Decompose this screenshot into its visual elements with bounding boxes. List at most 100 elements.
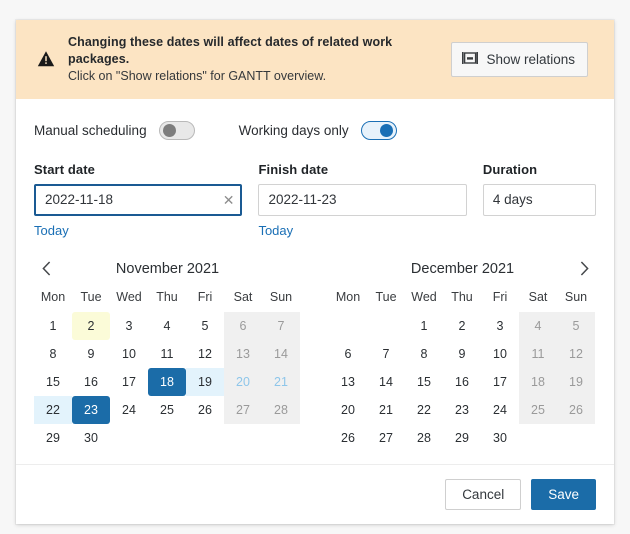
panel-body: Manual scheduling Working days only Star… [16,99,614,464]
calendar-day[interactable]: 17 [110,368,148,396]
calendar-day[interactable]: 16 [72,368,110,396]
calendar-day[interactable]: 13 [329,368,367,396]
calendar-day[interactable]: 7 [367,340,405,368]
calendar-day[interactable]: 4 [148,312,186,340]
calendar-day[interactable]: 3 [110,312,148,340]
cancel-button[interactable]: Cancel [445,478,522,511]
calendar-day[interactable]: 22 [405,396,443,424]
start-date-input[interactable] [34,183,243,216]
calendar-day[interactable]: 16 [443,368,481,396]
calendar-day[interactable]: 28 [405,424,443,452]
calendar-week-row: 22 23 24 25 26 27 28 [34,395,301,424]
calendar-day[interactable]: 24 [110,396,148,424]
calendar-header: December 2021 [329,254,596,284]
calendar-day[interactable]: 30 [481,424,519,452]
calendar-day[interactable]: 5 [186,312,224,340]
duration-input-wrap [482,183,596,216]
working-days-only-switch[interactable] [360,120,397,140]
calendar-month-1: November 2021 Mon Tue Wed Thu Fri Sat Sun 1 2 3 4 5 6… [34,254,301,452]
calendar-day[interactable]: 27 [367,424,405,452]
calendar-day[interactable]: 18 [148,367,186,396]
calendar-day-empty [367,312,405,340]
switch-knob [379,123,393,137]
weekday-header-thu: Thu [156,289,178,304]
calendar-day[interactable]: 6 [329,340,367,368]
calendar-day[interactable]: 15 [405,368,443,396]
show-relations-button[interactable]: Show relations [451,41,588,77]
calendar-week-row: 20 21 22 23 24 25 26 [329,395,596,424]
calendar-day[interactable]: 19 [186,367,224,396]
finish-date-today-link[interactable]: Today [258,223,293,238]
scheduling-toggles: Manual scheduling Working days only [34,115,596,144]
calendar-day[interactable]: 9 [72,340,110,368]
calendar-day[interactable]: 21 [367,396,405,424]
calendar-day[interactable]: 26 [557,395,595,424]
calendar-day[interactable]: 8 [34,340,72,368]
calendar-day[interactable]: 20 [329,396,367,424]
duration-input[interactable] [482,183,596,216]
calendar-day[interactable]: 23 [443,396,481,424]
finish-date-field: Finish date Today [258,162,467,240]
calendar-day[interactable]: 14 [367,368,405,396]
calendar-day[interactable]: 21 [262,367,300,396]
calendar-day[interactable]: 11 [148,340,186,368]
calendar-day[interactable]: 10 [481,340,519,368]
weekday-header-thu: Thu [451,289,473,304]
calendar-day[interactable]: 28 [262,395,300,424]
calendar-day[interactable]: 29 [443,424,481,452]
calendar-day[interactable]: 29 [34,424,72,452]
save-button[interactable]: Save [531,478,596,511]
calendar-week-row: 1234567 [34,311,301,340]
chevron-right-icon[interactable] [572,257,596,281]
clear-start-date-icon[interactable]: ✕ [223,193,235,207]
calendar-day[interactable]: 30 [72,424,110,452]
calendar-day[interactable]: 1 [405,312,443,340]
calendar-day-empty [110,424,148,452]
calendar-day[interactable]: 18 [519,367,557,396]
banner-headline: Changing these dates will affect dates o… [68,35,393,66]
show-relations-label: Show relations [486,51,575,67]
calendar-day[interactable]: 13 [224,339,262,368]
weekday-header-sat: Sat [233,289,253,304]
calendar-day[interactable]: 12 [557,339,595,368]
weekday-header-row: Mon Tue Wed Thu Fri Sat Sun [329,284,596,310]
manual-scheduling-switch[interactable] [158,120,195,140]
calendar-day[interactable]: 24 [481,396,519,424]
calendar-day[interactable]: 27 [224,395,262,424]
calendar-day[interactable]: 2 [443,312,481,340]
calendar-day[interactable]: 20 [224,367,262,396]
calendar-day[interactable]: 19 [557,367,595,396]
working-days-only-label: Working days only [238,122,349,138]
calendar-day[interactable]: 15 [34,368,72,396]
calendar-day[interactable]: 7 [262,311,300,340]
calendar-day[interactable]: 3 [481,312,519,340]
calendar-day[interactable]: 26 [329,424,367,452]
weekday-header-fri: Fri [197,289,213,304]
calendar-day[interactable]: 2 [72,311,110,340]
calendar-day[interactable]: 11 [519,339,557,368]
finish-date-input[interactable] [258,183,467,216]
calendar-day[interactable]: 5 [557,311,595,340]
calendar-day[interactable]: 26 [186,396,224,424]
date-fields: Start date ✕ Today Finish date Today Dur [34,162,596,240]
calendar-day[interactable]: 6 [224,311,262,340]
calendar-day[interactable]: 14 [262,339,300,368]
calendar-day[interactable]: 25 [519,395,557,424]
calendar-day[interactable]: 1 [34,312,72,340]
calendar-day[interactable]: 4 [519,311,557,340]
manual-scheduling-label: Manual scheduling [34,122,147,138]
date-picker-screen: Changing these dates will affect dates o… [0,0,630,534]
calendar-day[interactable]: 9 [443,340,481,368]
calendar-day[interactable]: 25 [148,396,186,424]
calendar-day[interactable]: 23 [72,395,110,424]
calendar-day[interactable]: 22 [34,395,72,424]
calendar-day[interactable]: 10 [110,340,148,368]
calendar-day[interactable]: 17 [481,368,519,396]
duration-spacer [483,216,596,236]
calendar-day-empty [557,424,595,452]
start-date-today-link[interactable]: Today [34,223,69,238]
chevron-left-icon[interactable] [34,257,58,281]
calendar-day[interactable]: 8 [405,340,443,368]
calendar-day[interactable]: 12 [186,340,224,368]
weekday-header-mon: Mon [40,289,66,304]
